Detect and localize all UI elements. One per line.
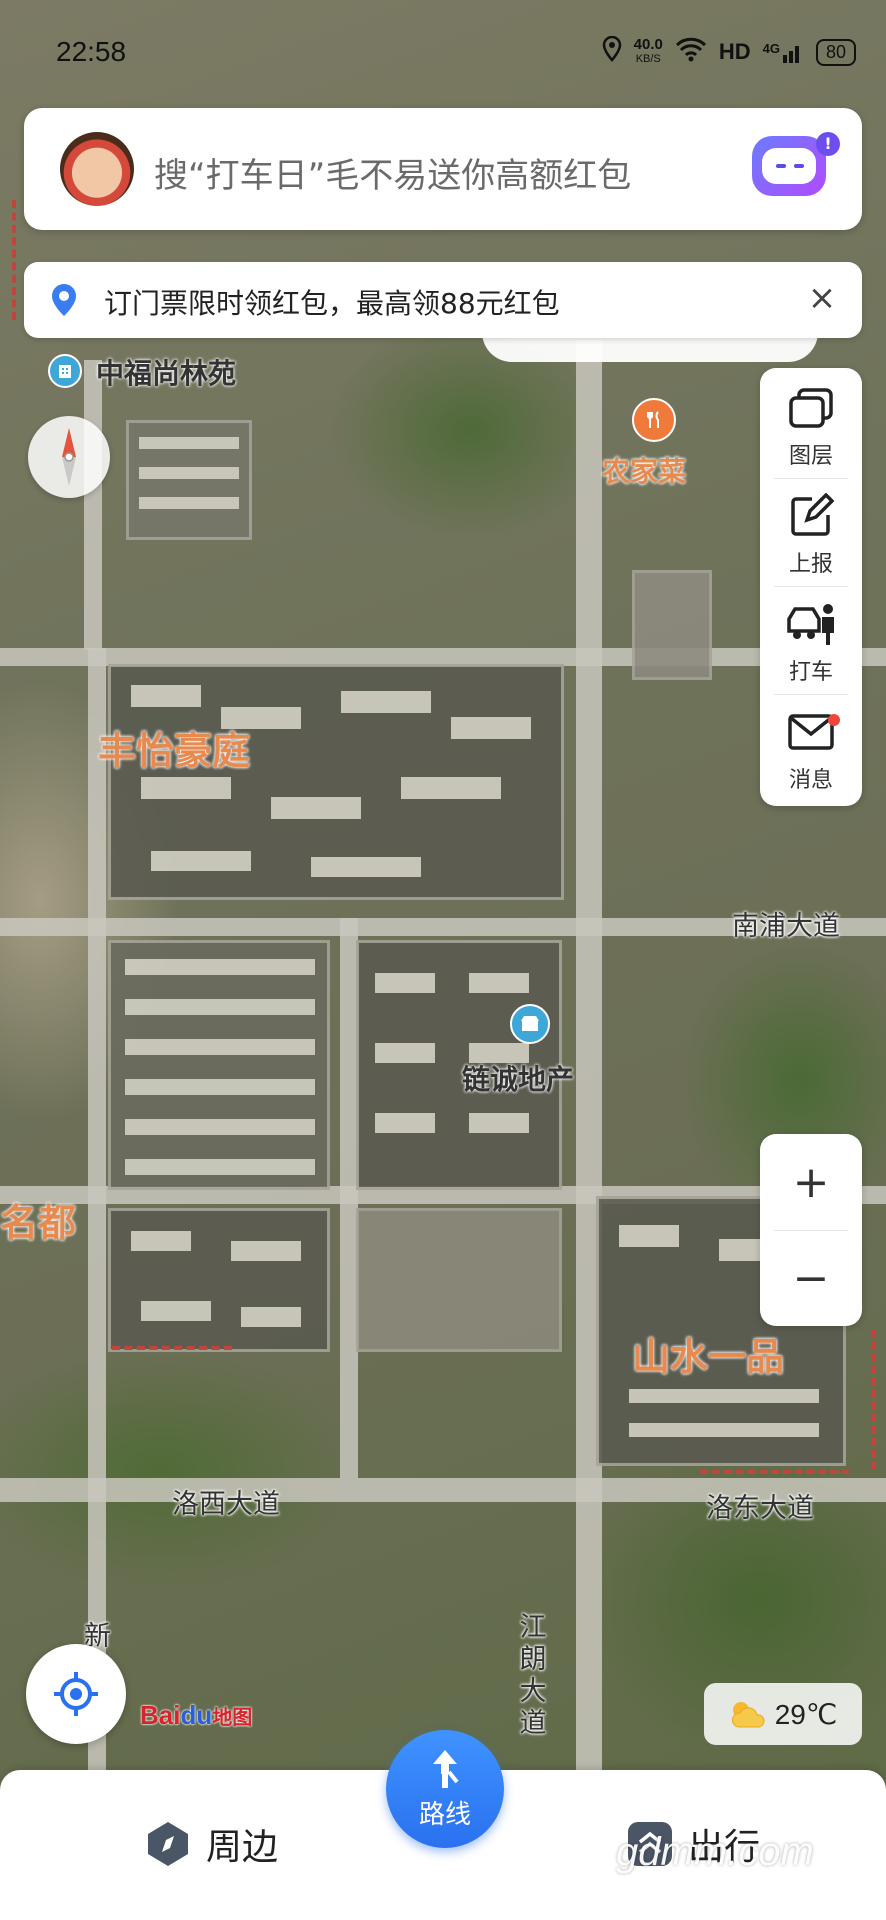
construction-site xyxy=(356,1208,562,1352)
unread-dot xyxy=(828,714,840,726)
logo-ditu: 地图 xyxy=(212,1707,253,1729)
report-label: 上报 xyxy=(788,552,833,577)
zoom-in-button[interactable]: + xyxy=(760,1134,862,1230)
signal-icon: 4G xyxy=(763,41,804,63)
poi-label-zhongfu[interactable]: 中福尚林苑 xyxy=(96,352,236,392)
residential-block xyxy=(126,420,252,540)
search-bar[interactable]: 搜“打车日”毛不易送你高额红包 ! xyxy=(24,108,862,230)
logo-bai: Bai xyxy=(140,1700,181,1730)
locate-icon xyxy=(54,1672,98,1716)
compass-nav-icon xyxy=(148,1822,188,1866)
shop-icon[interactable] xyxy=(510,1004,550,1044)
zoom-out-button[interactable]: − xyxy=(760,1230,862,1326)
network-speed: 40.0 KB/S xyxy=(633,36,663,66)
battery-indicator: 80 xyxy=(815,38,856,66)
route-arrow-icon xyxy=(433,1749,459,1788)
watermark: gdmm.com xyxy=(616,1830,814,1874)
restaurant-icon[interactable] xyxy=(632,398,676,442)
road xyxy=(88,648,106,1770)
report-button[interactable]: 上报 xyxy=(760,482,862,586)
road-label-jianglang: 江朗大道 xyxy=(519,1612,547,1739)
search-input[interactable]: 搜“打车日”毛不易送你高额红包 xyxy=(154,148,631,197)
area-label-shanshui[interactable]: 山水一品 xyxy=(632,1326,784,1381)
close-icon[interactable]: × xyxy=(800,276,844,320)
road xyxy=(576,340,602,1770)
boundary-line xyxy=(872,1330,876,1470)
taxi-label: 打车 xyxy=(788,660,833,685)
status-indicators: 40.0 KB/S HD 4G 80 xyxy=(602,35,856,68)
compass-button[interactable] xyxy=(28,416,110,498)
messages-button[interactable]: 消息 xyxy=(760,698,862,802)
network-speed-value: 40.0 xyxy=(633,36,663,53)
boundary-line xyxy=(700,1470,850,1474)
locate-button[interactable] xyxy=(26,1644,126,1744)
weather-temp: 29℃ xyxy=(774,1698,838,1730)
road-label-luodong: 洛东大道 xyxy=(706,1493,814,1524)
divider xyxy=(774,478,848,479)
logo-du: du xyxy=(180,1700,213,1730)
compass-icon xyxy=(62,428,76,486)
poi-label-liancheng[interactable]: 链诚地产 xyxy=(462,1058,574,1098)
partly-cloudy-icon xyxy=(731,1702,765,1728)
area-label-fengyi[interactable]: 丰怡豪庭 xyxy=(98,720,250,775)
boundary-line xyxy=(12,200,16,320)
voice-assistant-icon[interactable] xyxy=(752,136,826,196)
nearby-label: 周边 xyxy=(206,1827,279,1868)
promo-text[interactable]: 订门票限时领红包，最高领88元红包 xyxy=(104,282,560,322)
messages-label: 消息 xyxy=(788,768,833,793)
route-label: 路线 xyxy=(418,1799,471,1830)
layers-label: 图层 xyxy=(788,444,833,469)
zoom-control: + − xyxy=(760,1134,862,1326)
residential-block xyxy=(108,664,564,900)
network-speed-unit: KB/S xyxy=(635,53,661,65)
avatar[interactable] xyxy=(60,132,134,206)
promo-banner[interactable]: 订门票限时领红包，最高领88元红包 × xyxy=(24,262,862,338)
wifi-icon xyxy=(675,36,707,68)
poi-label-nongjiacai[interactable]: 农家菜 xyxy=(602,450,686,490)
road-label-nanpu: 南浦大道 xyxy=(732,911,840,942)
location-pin-icon xyxy=(44,280,84,320)
layers-button[interactable]: 图层 xyxy=(760,374,862,478)
weather-widget[interactable]: 29℃ xyxy=(704,1683,862,1745)
taxi-icon xyxy=(784,598,838,650)
boundary-line xyxy=(112,1346,232,1350)
road xyxy=(84,360,102,650)
divider xyxy=(774,694,848,695)
building-icon[interactable] xyxy=(48,354,82,388)
residential-block xyxy=(108,1208,330,1352)
taxi-button[interactable]: 打车 xyxy=(760,590,862,694)
building-cluster xyxy=(632,570,712,680)
mail-icon xyxy=(784,706,838,758)
area-label-mingdu[interactable]: 名都 xyxy=(0,1192,76,1247)
road-label-luoxi: 洛西大道 xyxy=(172,1489,280,1520)
residential-block xyxy=(108,940,330,1190)
route-button[interactable]: 路线 xyxy=(386,1730,504,1848)
layers-icon xyxy=(784,382,838,434)
network-type: 4G xyxy=(762,41,780,56)
map-toolbar: 图层 上报 打车 消息 xyxy=(760,368,862,806)
nearby-button[interactable]: 周边 xyxy=(144,1814,278,1874)
hd-indicator: HD xyxy=(718,39,751,64)
baidu-map-logo: Baidu地图 xyxy=(140,1700,252,1731)
location-icon xyxy=(602,35,622,68)
divider xyxy=(774,586,848,587)
edit-icon xyxy=(784,490,838,542)
status-time: 22:58 xyxy=(56,36,127,67)
status-bar: 22:58 40.0 KB/S HD 4G 80 xyxy=(0,0,886,100)
